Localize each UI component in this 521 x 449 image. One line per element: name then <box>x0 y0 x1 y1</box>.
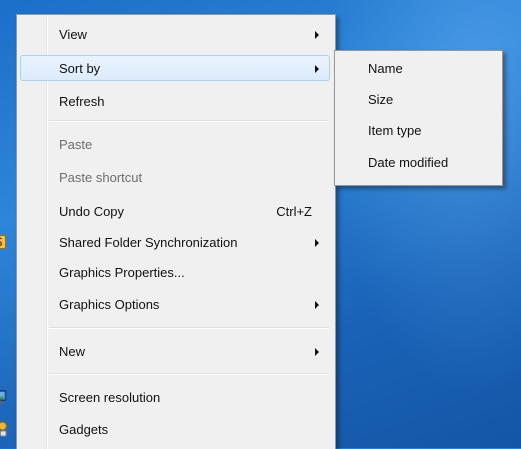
submenu-arrow-icon <box>315 348 319 356</box>
menu-item-paste[interactable]: Paste <box>20 131 330 157</box>
submenu-arrow-icon <box>315 301 319 309</box>
menu-item-undo-copy[interactable]: Undo Copy Ctrl+Z <box>20 198 330 224</box>
sync-folder-icon <box>0 235 6 249</box>
menu-item-shared-folder-sync[interactable]: Shared Folder Synchronization <box>0 229 330 255</box>
sort-option-name[interactable]: Name <box>338 56 498 82</box>
menu-item-label: Paste <box>59 137 93 152</box>
menu-item-label: Refresh <box>59 94 105 109</box>
menu-item-paste-shortcut[interactable]: Paste shortcut <box>20 164 330 190</box>
menu-item-view[interactable]: View <box>20 21 330 47</box>
menu-separator <box>49 327 329 329</box>
sort-option-size[interactable]: Size <box>338 87 498 113</box>
menu-item-label: Shared Folder Synchronization <box>59 235 238 250</box>
menu-item-label: Paste shortcut <box>59 170 143 185</box>
sort-option-item-type[interactable]: Item type <box>338 118 498 144</box>
menu-separator <box>49 373 329 375</box>
submenu-arrow-icon <box>315 31 319 39</box>
desktop-context-menu: View Sort by Refresh Paste Paste shortcu… <box>0 14 336 449</box>
menu-item-label: Undo Copy <box>59 204 125 219</box>
shortcut-label: Ctrl+Z <box>276 204 312 219</box>
menu-separator <box>49 120 329 122</box>
menu-item-sort-by[interactable]: Sort by <box>20 55 330 81</box>
menu-item-gadgets[interactable]: Gadgets <box>0 416 330 442</box>
submenu-item-label: Name <box>368 61 403 76</box>
sort-option-date-modified[interactable]: Date modified <box>338 150 498 176</box>
menu-item-new[interactable]: New <box>20 338 330 364</box>
menu-item-label: Graphics Options <box>59 297 160 312</box>
menu-item-graphics-options[interactable]: Graphics Options <box>20 291 330 317</box>
monitor-icon <box>0 390 7 404</box>
menu-item-label: View <box>59 27 87 42</box>
submenu-item-label: Date modified <box>368 155 449 170</box>
menu-item-screen-resolution[interactable]: Screen resolution <box>0 384 330 410</box>
menu-item-label: Sort by <box>59 61 101 76</box>
menu-item-refresh[interactable]: Refresh <box>20 88 330 114</box>
submenu-arrow-icon <box>315 239 319 247</box>
submenu-item-label: Item type <box>368 123 422 138</box>
gadgets-icon <box>0 421 7 437</box>
menu-item-label: Gadgets <box>59 422 109 437</box>
menu-item-graphics-properties[interactable]: Graphics Properties... <box>20 259 330 285</box>
menu-item-label: Screen resolution <box>59 390 161 405</box>
menu-item-label: New <box>59 344 86 359</box>
sort-by-submenu: Name Size Item type Date modified <box>334 50 503 186</box>
submenu-arrow-icon <box>315 65 319 73</box>
submenu-item-label: Size <box>368 92 394 107</box>
menu-item-label: Graphics Properties... <box>59 265 185 280</box>
